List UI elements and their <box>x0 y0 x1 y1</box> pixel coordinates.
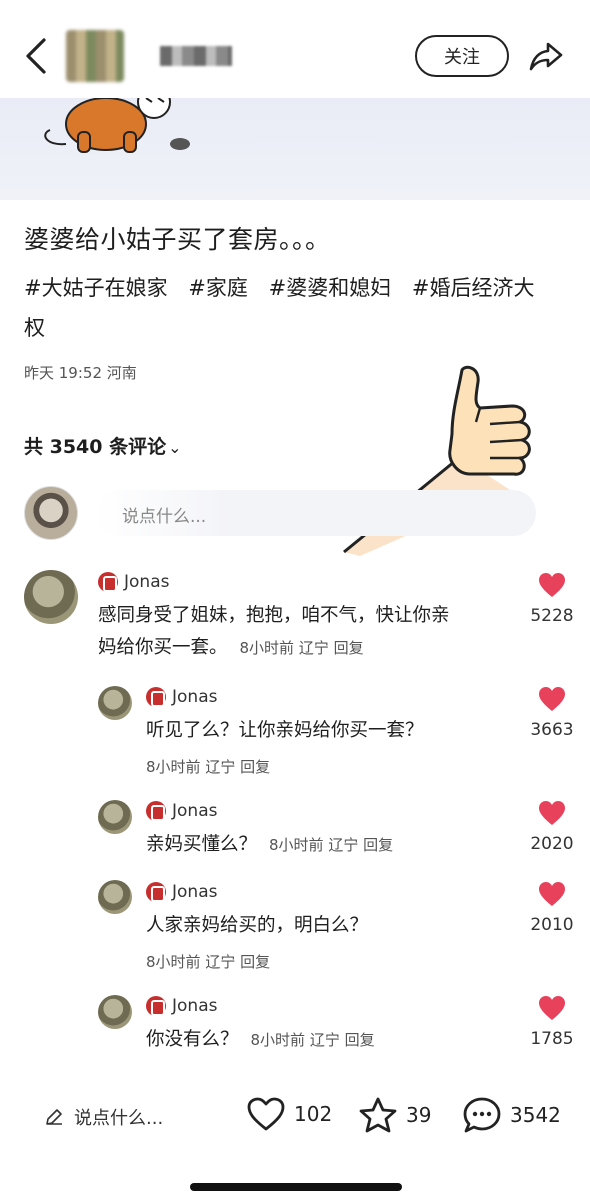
comment-text: 亲妈买懂么？ 8小时前 辽宁 回复 <box>146 829 393 861</box>
comment-username[interactable]: Jonas <box>98 572 169 592</box>
comment-time: 8小时前 <box>250 1031 306 1049</box>
user-badge-icon <box>146 801 166 821</box>
comment-like[interactable]: 2010 <box>522 881 582 935</box>
pencil-icon <box>46 1109 62 1125</box>
post-date-location: 昨天 19:52 河南 <box>24 364 137 382</box>
user-badge-icon <box>146 996 166 1016</box>
like-button[interactable]: 102 <box>246 1096 332 1132</box>
heart-icon[interactable] <box>538 995 566 1021</box>
comment-bubble-icon <box>463 1097 501 1133</box>
username-text: Jonas <box>172 996 218 1016</box>
chevron-down-icon: ⌄ <box>168 438 182 457</box>
tag-link[interactable]: #大姑子在娘家 <box>24 276 168 300</box>
post-comment-count: 3542 <box>510 1103 561 1127</box>
back-arrow-icon[interactable] <box>22 36 52 76</box>
author-avatar[interactable] <box>66 30 124 82</box>
username-text: Jonas <box>172 882 218 902</box>
comment-location: 辽宁 <box>328 836 359 854</box>
comment-text-line: 感同身受了姐妹，抱抱，咱不气，快让你亲 <box>98 605 450 626</box>
comment-input[interactable]: 说点什么... <box>96 490 536 536</box>
comment-username[interactable]: Jonas <box>146 996 217 1016</box>
comment-like[interactable]: 5228 <box>522 572 582 626</box>
user-badge-icon <box>98 572 118 592</box>
username-text: Jonas <box>124 572 170 592</box>
comment-like[interactable]: 1785 <box>522 995 582 1049</box>
reply-button[interactable]: 回复 <box>240 953 270 971</box>
comment-time: 8小时前 <box>146 758 201 776</box>
tag-link[interactable]: #家庭 <box>188 276 248 300</box>
comment-like[interactable]: 2020 <box>522 800 582 854</box>
share-icon[interactable] <box>528 38 564 74</box>
home-indicator[interactable] <box>190 1183 402 1191</box>
comment-text: 感同身受了姐妹，抱抱，咱不气，快让你亲 妈给你买一套。 8小时前 辽宁 回复 <box>98 600 518 664</box>
username-text: Jonas <box>172 687 218 707</box>
favorite-button[interactable]: 39 <box>358 1096 431 1134</box>
comment-location: 辽宁 <box>309 1031 340 1049</box>
like-count: 1785 <box>530 1029 574 1049</box>
post-tags: #大姑子在娘家 #家庭 #婆婆和媳妇 #婚后经济大权 <box>24 268 564 348</box>
comment-sub: 8小时前 辽宁 回复 <box>146 951 270 972</box>
heart-icon[interactable] <box>538 686 566 712</box>
heart-icon[interactable] <box>538 800 566 826</box>
commenter-avatar[interactable] <box>98 880 132 914</box>
like-count: 2010 <box>530 915 574 935</box>
reply-button[interactable]: 回复 <box>363 836 393 854</box>
commenter-avatar[interactable] <box>98 686 132 720</box>
comment-text-body: 亲妈买懂么？ <box>146 834 258 855</box>
commenter-avatar[interactable] <box>24 570 78 624</box>
bottom-input-label: 说点什么... <box>74 1108 164 1129</box>
comment-location: 辽宁 <box>298 639 329 657</box>
author-name-blurred[interactable] <box>160 46 232 66</box>
user-badge-icon <box>146 687 166 707</box>
comment-time: 8小时前 <box>146 953 201 971</box>
comment-text-line: 妈给你买一套。 8小时前 辽宁 回复 <box>98 632 518 664</box>
like-count: 2020 <box>530 834 574 854</box>
comment-username[interactable]: Jonas <box>146 687 217 707</box>
user-badge-icon <box>146 882 166 902</box>
comment-location: 辽宁 <box>205 953 236 971</box>
comment-count-header[interactable]: 共 3540 条评论 ⌄ <box>24 432 182 459</box>
comment-username[interactable]: Jonas <box>146 882 217 902</box>
comment-count-label: 共 3540 条评论 <box>24 436 167 458</box>
comment-location: 辽宁 <box>205 758 236 776</box>
star-outline-icon <box>359 1097 397 1133</box>
comment-text-line-2: 妈给你买一套。 <box>98 637 228 658</box>
comment-like[interactable]: 3663 <box>522 686 582 740</box>
reply-button[interactable]: 回复 <box>334 639 364 657</box>
post-star-count: 39 <box>406 1103 432 1127</box>
cat-illustration <box>44 98 190 153</box>
comment-username[interactable]: Jonas <box>146 801 217 821</box>
like-count: 3663 <box>530 720 574 740</box>
commenter-avatar[interactable] <box>98 995 132 1029</box>
top-bar: 关注 <box>0 0 590 100</box>
reply-button[interactable]: 回复 <box>345 1031 375 1049</box>
comment-text: 听见了么？让你亲妈给你买一套？ <box>146 720 424 741</box>
comment-time: 8小时前 <box>269 836 324 854</box>
heart-icon[interactable] <box>538 881 566 907</box>
follow-button[interactable]: 关注 <box>415 35 509 77</box>
post-like-count: 102 <box>294 1102 333 1126</box>
comment-time: 8小时前 <box>239 639 295 657</box>
post-image[interactable] <box>0 98 590 200</box>
post-title: 婆婆给小姑子买了套房。。。 <box>24 225 331 254</box>
comment-button[interactable]: 3542 <box>462 1096 561 1134</box>
heart-outline-icon <box>247 1097 285 1131</box>
like-count: 5228 <box>530 606 574 626</box>
heart-icon[interactable] <box>538 572 566 598</box>
comment-text: 你没有么？ 8小时前 辽宁 回复 <box>146 1024 375 1056</box>
bottom-comment-input[interactable]: 说点什么... <box>44 1104 163 1130</box>
commenter-avatar[interactable] <box>98 800 132 834</box>
comment-text-body: 你没有么？ <box>146 1029 239 1050</box>
my-avatar <box>24 486 78 540</box>
comment-sub: 8小时前 辽宁 回复 <box>146 756 270 777</box>
comment-text: 人家亲妈给买的，明白么？ <box>146 915 369 936</box>
reply-button[interactable]: 回复 <box>240 758 270 776</box>
username-text: Jonas <box>172 801 218 821</box>
bottom-action-bar: 说点什么... 102 39 3542 <box>0 1080 590 1150</box>
tag-link[interactable]: #婆婆和媳妇 <box>269 276 392 300</box>
